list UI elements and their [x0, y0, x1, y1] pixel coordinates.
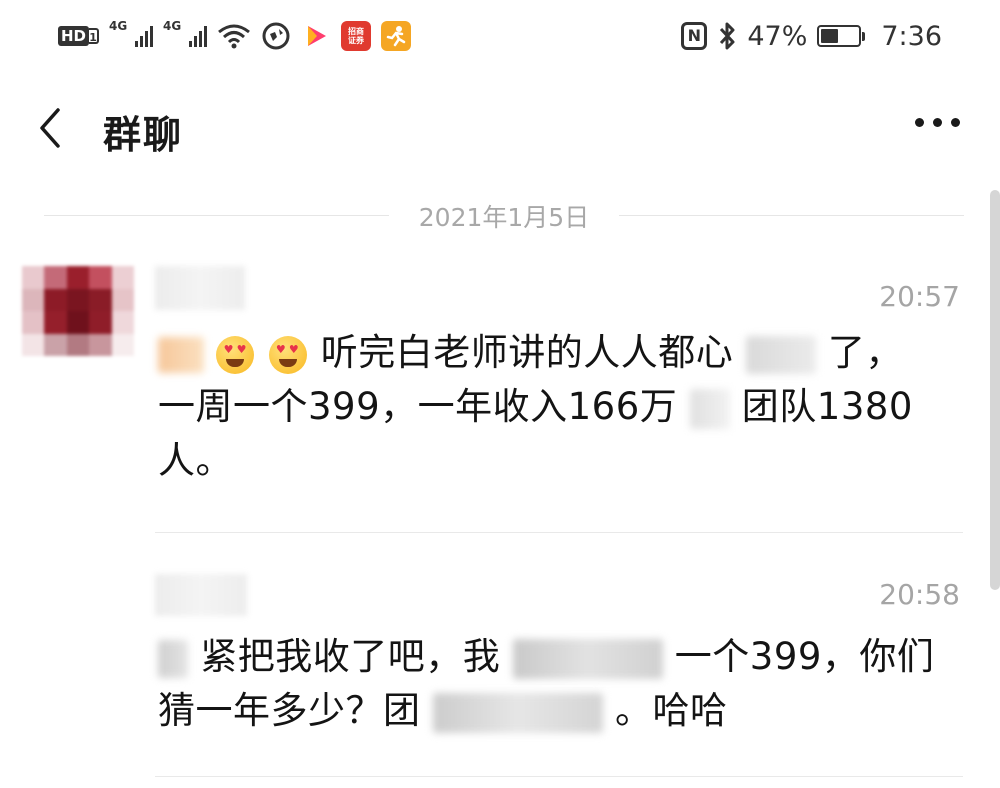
wifi-icon [218, 24, 250, 49]
message-text-fragment: 听完白老师讲的人人都心 [320, 331, 734, 374]
blurred-content [432, 692, 603, 733]
status-bar-left: HD 1 4G 4G 招商证券 [58, 18, 412, 54]
message-text-fragment: 一周一个399，一年收入166万 [158, 385, 678, 428]
heart-eyes-emoji-icon: ♥ ♥ [216, 335, 255, 374]
status-bar-right: N 47% 7:36 [681, 18, 942, 54]
signal-icon: 4G [109, 19, 154, 51]
message-divider [155, 532, 963, 533]
nav-bar: 群聊 [0, 88, 1000, 178]
browser-icon [262, 22, 290, 50]
battery-icon [817, 25, 866, 47]
avatar[interactable] [22, 266, 134, 356]
signal-icon: 4G [163, 19, 208, 51]
message-line: 人。 [158, 434, 958, 488]
date-separator-label: 2021年1月5日 [418, 203, 590, 232]
message-line: 紧把我收了吧，我 一个399，你们 [158, 630, 958, 684]
hd-sub-label: 1 [89, 28, 100, 44]
hd-label: HD [58, 26, 90, 46]
app-icon-label: 招商证券 [348, 27, 365, 45]
hd-icon: HD 1 [58, 26, 100, 46]
message-text-fragment: 紧把我收了吧，我 [200, 635, 501, 678]
chevron-left-icon[interactable] [30, 106, 74, 150]
message-line: 一周一个399，一年收入166万 团队1380 [158, 380, 958, 434]
heart-eyes-emoji-icon: ♥ ♥ [268, 335, 307, 374]
message-text-fragment: 了， [827, 331, 903, 374]
date-separator: 2021年1月5日 [44, 198, 964, 234]
zhaoshang-securities-icon: 招商证券 [341, 21, 372, 51]
blurred-content [158, 336, 204, 373]
blurred-content [689, 388, 730, 429]
running-man-app-icon [381, 21, 412, 51]
message-line: 猜一年多少？团 。哈哈 [158, 684, 958, 738]
message-divider [155, 776, 963, 777]
signal-label: 4G [163, 19, 182, 33]
bluetooth-icon [720, 22, 735, 50]
blurred-content [512, 638, 663, 679]
message-text-fragment: 团队1380 [741, 385, 913, 428]
blurred-content [745, 335, 816, 374]
blurred-content [158, 639, 188, 678]
message-text-fragment: 猜一年多少？团 [158, 689, 421, 732]
status-bar: HD 1 4G 4G 招商证券 N 47% 7:36 [0, 0, 1000, 72]
scrollbar[interactable] [990, 190, 1000, 590]
sender-name-blurred [155, 266, 245, 310]
message-line: ♥ ♥ ♥ ♥ 听完白老师讲的人人都心 了， [158, 326, 958, 380]
message-text: 紧把我收了吧，我 一个399，你们 猜一年多少？团 。哈哈 [158, 630, 958, 738]
message-text-fragment: 人。 [158, 439, 233, 482]
message-time: 20:57 [879, 280, 960, 313]
status-time: 7:36 [881, 20, 942, 52]
message-text-fragment: 一个399，你们 [674, 635, 935, 678]
nfc-label: N [687, 26, 702, 45]
message-time: 20:58 [879, 578, 960, 611]
battery-percentage: 47% [747, 20, 808, 52]
page-title: 群聊 [103, 113, 184, 157]
signal-label: 4G [109, 19, 128, 33]
more-horizontal-icon[interactable] [915, 118, 960, 127]
sender-name-blurred [155, 574, 247, 616]
message-text-fragment: 。哈哈 [615, 689, 728, 732]
message-text: ♥ ♥ ♥ ♥ 听完白老师讲的人人都心 了， 一周一个399，一年收入166万 团队… [158, 326, 958, 488]
video-play-icon [308, 26, 327, 46]
nfc-icon: N [681, 22, 708, 50]
